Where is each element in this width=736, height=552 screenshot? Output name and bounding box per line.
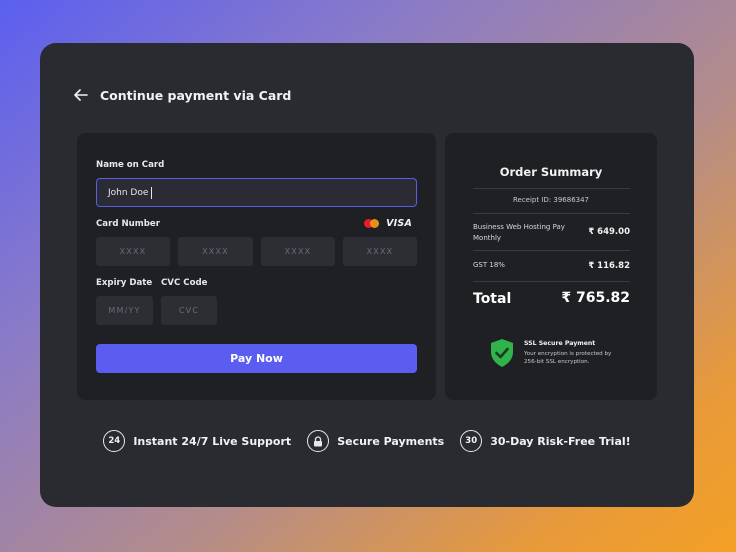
name-on-card-label: Name on Card [96,160,165,170]
visa-logo: VISA [386,218,412,229]
feature-secure-label: Secure Payments [337,434,445,448]
divider [473,281,630,282]
card-brand-logos: VISA [364,218,412,229]
expiry-date-field[interactable]: MM/YY [96,296,153,325]
divider [473,250,630,251]
order-summary-panel: Order Summary Receipt ID: 39686347 Busin… [445,133,657,400]
feature-support-label: Instant 24/7 Live Support [133,434,292,448]
shield-check-icon [489,338,515,372]
mastercard-icon [364,219,380,228]
ssl-title: SSL Secure Payment [524,340,596,347]
card-form-panel: Name on Card John Doe Card Number VISA X… [77,133,436,400]
card-number-field-3[interactable]: XXXX [261,237,335,266]
receipt-id: Receipt ID: 39686347 [512,196,590,204]
total-label: Total [473,291,512,307]
total-value: ₹ 765.82 [561,290,630,306]
cvc-code-label: CVC Code [161,278,208,288]
gst-value: ₹ 116.82 [588,261,630,271]
divider [473,188,630,189]
card-number-label: Card Number [96,219,160,229]
gst-label: GST 18% [473,261,505,269]
arrow-left-icon[interactable] [74,87,90,103]
expiry-date-label: Expiry Date [96,278,153,288]
card-number-field-4[interactable]: XXXX [343,237,417,266]
card-number-field-1[interactable]: XXXX [96,237,170,266]
order-summary-title: Order Summary [499,165,603,179]
badge-30-icon: 30 [460,430,483,452]
divider [473,213,630,214]
lock-icon [307,430,330,452]
feature-trial-label: 30-Day Risk-Free Trial! [490,434,631,448]
ssl-secure-badge: SSL Secure Payment Your encryption is pr… [489,338,616,372]
ssl-description: Your encryption is protected by 256-bit … [524,351,612,365]
line-item-value: ₹ 649.00 [588,227,630,237]
feature-trial: 30 30-Day Risk-Free Trial! [460,430,631,452]
feature-secure: Secure Payments [307,430,444,452]
page-header: Continue payment via Card [74,87,291,103]
cvc-code-field[interactable]: CVC [161,296,217,325]
payment-window: Continue payment via Card Name on Card J… [40,43,694,507]
line-item-label: Business Web Hosting Pay Monthly [473,223,565,242]
pay-now-button[interactable]: Pay Now [96,344,417,373]
name-on-card-input[interactable]: John Doe [96,178,417,207]
feature-bar: 24 Instant 24/7 Live Support Secure Paym… [40,430,694,452]
clock-24-icon: 24 [103,430,126,452]
feature-support: 24 Instant 24/7 Live Support [103,430,291,452]
text-caret [151,186,153,199]
page-title: Continue payment via Card [100,87,292,103]
card-number-field-2[interactable]: XXXX [178,237,253,266]
name-on-card-value: John Doe [108,187,149,198]
